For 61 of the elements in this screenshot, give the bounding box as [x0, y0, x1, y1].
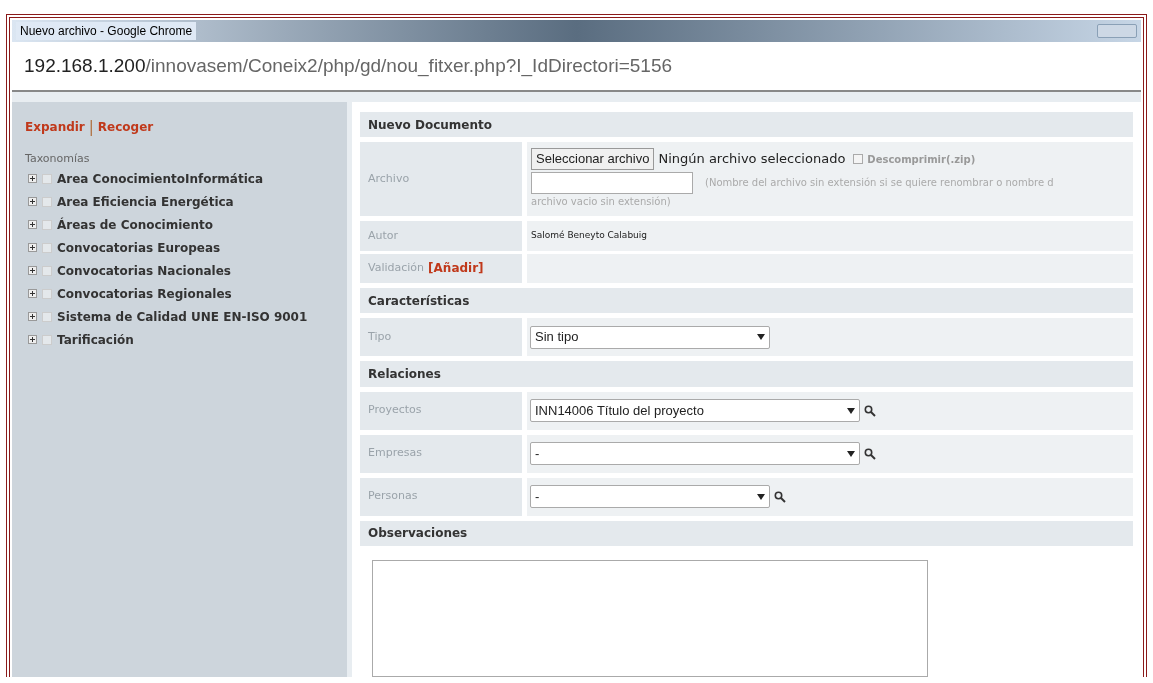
expand-icon[interactable] [28, 220, 37, 229]
expand-icon[interactable] [28, 174, 37, 183]
dropdown[interactable]: Sin tipo [530, 325, 770, 349]
section-header: Relaciones [360, 361, 1133, 387]
field-label: Proyectos [368, 402, 422, 419]
tree-item[interactable]: Convocatorias Regionales [57, 284, 232, 303]
field-label: Personas [368, 488, 418, 505]
file-status: Ningún archivo seleccionado [658, 150, 846, 169]
dropdown[interactable]: - [530, 485, 770, 509]
collapse-link[interactable]: Recoger [97, 118, 154, 137]
tree-item[interactable]: Convocatorias Europeas [57, 238, 221, 257]
field-label: Autor [368, 227, 399, 244]
field-label: Archivo [368, 171, 410, 188]
tree-checkbox[interactable] [42, 173, 52, 184]
field-label: Tipo [368, 329, 392, 345]
tree-item[interactable]: Sistema de Calidad UNE EN-ISO 9001 [57, 307, 308, 326]
unzip-label: Descomprimir(.zip) [867, 152, 976, 167]
tree-checkbox[interactable] [42, 334, 52, 345]
expand-icon[interactable] [28, 335, 37, 344]
tree-checkbox[interactable] [42, 311, 52, 322]
caret-icon [757, 493, 765, 500]
expand-icon[interactable] [28, 197, 37, 206]
link-separator: | [88, 117, 94, 138]
tree-item[interactable]: Area ConocimientoInformática [57, 169, 263, 188]
field-label: Validación [368, 260, 425, 276]
filename-field[interactable] [531, 171, 693, 194]
field-label: Empresas [368, 445, 422, 462]
section-header: Observaciones [360, 520, 1133, 546]
tree-item[interactable]: Convocatorias Nacionales [57, 261, 231, 280]
search-icon[interactable] [864, 447, 876, 460]
expand-icon[interactable] [28, 266, 37, 275]
unzip-checkbox[interactable] [853, 154, 864, 165]
expand-link[interactable]: Expandir [25, 118, 85, 137]
caret-icon [847, 450, 855, 457]
tree-checkbox[interactable] [42, 196, 52, 207]
caret-icon [757, 334, 765, 341]
tree-item[interactable]: Area Eficiencia Energética [57, 192, 234, 211]
filename-hint-continued: archivo vacio sin extensión) [531, 194, 672, 209]
caret-icon [847, 407, 855, 414]
window-title: Nuevo archivo - Google Chrome [16, 22, 197, 40]
tree-heading: Taxonomías [25, 150, 91, 167]
section-header: Características [360, 287, 1133, 314]
expand-icon[interactable] [28, 243, 37, 252]
add-link[interactable]: [Añadir] [428, 259, 484, 278]
search-icon[interactable] [774, 490, 786, 503]
filename-hint: (Nombre del archivo sin extensión si se quiere renombrar o nombre d [705, 176, 1054, 191]
tree-checkbox[interactable] [42, 288, 52, 299]
notes-textarea[interactable] [372, 560, 928, 677]
tree-checkbox[interactable] [42, 242, 52, 253]
author-name: Salomé Beneyto Calabuig [531, 229, 648, 243]
dropdown[interactable]: INN14006 Título del proyecto [530, 399, 860, 423]
tree-item[interactable]: Tarificación [57, 330, 134, 349]
expand-icon[interactable] [28, 312, 37, 321]
tree-item[interactable]: Áreas de Conocimiento [57, 215, 213, 234]
expand-icon[interactable] [28, 289, 37, 298]
section-header: Nuevo Documento [360, 112, 1133, 138]
search-icon[interactable] [864, 404, 876, 417]
choose-file-button[interactable]: Seleccionar archivo [531, 148, 655, 170]
tree-checkbox[interactable] [42, 219, 52, 230]
dropdown[interactable]: - [530, 442, 860, 466]
tree-checkbox[interactable] [42, 265, 52, 276]
